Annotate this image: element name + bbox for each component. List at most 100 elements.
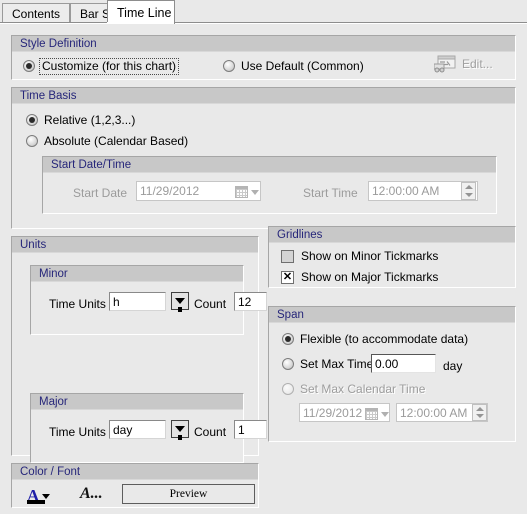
span-calendar-time-spinner[interactable] — [472, 404, 487, 421]
group-major-units: Major Time Units day Count 1 — [30, 393, 267, 463]
group-time-basis-body: Relative (1,2,3...) Absolute (Calendar B… — [12, 104, 515, 228]
span-calendar-time-value: 12:00:00 AM — [400, 406, 468, 420]
group-minor-body: Time Units h Count 12 — [31, 282, 267, 334]
spinner-up-icon — [464, 185, 473, 189]
group-color-font: Color / Font A A... Preview — [11, 463, 259, 508]
radio-dot-icon — [23, 60, 35, 72]
spinner-up-button[interactable] — [473, 405, 486, 413]
calendar-icon — [235, 186, 248, 198]
group-start-date-time-caption: Start Date/Time — [43, 157, 496, 173]
font-icon: A... — [80, 485, 103, 502]
edit-button-label: Edit... — [462, 57, 493, 71]
start-time-spinner[interactable] — [461, 182, 476, 200]
timeline-page: Style Definition Customize (for this cha… — [0, 23, 527, 514]
group-units-caption: Units — [12, 237, 258, 253]
dropdown-arrow-icon — [175, 298, 185, 312]
radio-relative[interactable]: Relative (1,2,3...) — [26, 112, 135, 128]
preview-button-label: Preview — [169, 488, 208, 500]
span-calendar-date-picker-button[interactable] — [365, 408, 389, 420]
radio-flexible-span[interactable]: Flexible (to accommodate data) — [282, 331, 468, 347]
group-style-definition: Style Definition Customize (for this cha… — [11, 35, 516, 80]
tab-active-connector — [107, 22, 170, 24]
tab-bar: Contents Bar Style Time Line — [0, 0, 527, 24]
major-time-units-dropdown-button[interactable] — [171, 420, 189, 440]
radio-dot-icon — [223, 60, 235, 72]
major-count-input[interactable]: 1 — [234, 420, 267, 439]
chart-truck-icon — [433, 55, 456, 73]
radio-set-max-time-label: Set Max Time — [300, 356, 374, 371]
group-span-body: Flexible (to accommodate data) Set Max T… — [269, 323, 515, 441]
font-button[interactable]: A... — [80, 486, 103, 502]
radio-flexible-label: Flexible (to accommodate data) — [300, 331, 469, 346]
text-color-button[interactable]: A — [27, 484, 59, 504]
radio-use-default-label: Use Default (Common) — [241, 58, 364, 73]
start-date-value: 11/29/2012 — [140, 184, 200, 198]
minor-count-value: 12 — [238, 295, 252, 309]
major-count-value: 1 — [238, 423, 245, 437]
group-minor-caption: Minor — [31, 266, 243, 282]
checkbox-minor-label: Show on Minor Tickmarks — [301, 248, 439, 263]
tab-time-line-label: Time Line — [117, 6, 172, 20]
tab-contents[interactable]: Contents — [2, 3, 70, 23]
major-count-label: Count — [194, 425, 227, 439]
chevron-down-icon — [381, 411, 389, 417]
spinner-down-button[interactable] — [462, 191, 475, 199]
spinner-up-icon — [475, 406, 484, 411]
start-date-picker-button[interactable] — [235, 186, 259, 198]
start-date-label: Start Date — [73, 186, 128, 200]
group-major-caption: Major — [31, 394, 243, 410]
dropdown-arrow-icon — [175, 426, 185, 440]
preview-button[interactable]: Preview — [122, 484, 255, 504]
timeline-settings-window: Contents Bar Style Time Line Style Defin… — [0, 0, 527, 514]
radio-dot-icon — [26, 135, 38, 147]
radio-use-default-common[interactable]: Use Default (Common) — [223, 58, 364, 74]
calendar-icon — [365, 408, 378, 420]
span-calendar-date-value: 11/29/2012 — [303, 406, 363, 420]
group-gridlines-caption: Gridlines — [269, 227, 515, 243]
radio-customize-label: Customize (for this chart) — [38, 57, 180, 75]
minor-count-input[interactable]: 12 — [234, 292, 267, 311]
group-time-basis-caption: Time Basis — [12, 88, 515, 104]
group-style-definition-body: Customize (for this chart) Use Default (… — [12, 52, 515, 79]
group-major-body: Time Units day Count 1 — [31, 410, 267, 462]
major-time-units-input[interactable]: day — [109, 420, 166, 439]
radio-set-max-calendar-time[interactable]: Set Max Calendar Time — [282, 381, 425, 397]
checkbox-box-icon — [281, 249, 294, 263]
group-style-definition-caption: Style Definition — [12, 36, 515, 52]
set-max-time-input[interactable]: 0.00 — [371, 354, 436, 373]
start-time-label: Start Time — [303, 186, 358, 200]
radio-set-max-calendar-label: Set Max Calendar Time — [300, 381, 426, 396]
spinner-up-button[interactable] — [462, 183, 475, 191]
group-span-caption: Span — [269, 307, 515, 323]
chevron-down-icon — [251, 189, 259, 195]
color-swatch-bar — [27, 500, 45, 504]
checkbox-show-minor-tickmarks[interactable]: Show on Minor Tickmarks — [281, 248, 438, 264]
group-start-date-time: Start Date/Time Start Date 11/29/2012 St… — [42, 156, 497, 214]
minor-time-units-value: h — [113, 295, 120, 309]
tab-contents-label: Contents — [12, 7, 61, 21]
set-max-time-value: 0.00 — [375, 357, 399, 371]
minor-count-label: Count — [194, 297, 227, 311]
radio-absolute-label: Absolute (Calendar Based) — [44, 133, 189, 148]
chevron-down-icon — [42, 494, 51, 499]
spinner-down-icon — [464, 193, 473, 197]
spinner-down-icon — [475, 414, 484, 419]
spinner-down-button[interactable] — [473, 413, 486, 421]
checkbox-show-major-tickmarks[interactable]: Show on Major Tickmarks — [281, 269, 438, 285]
tab-time-line[interactable]: Time Line — [107, 0, 175, 24]
radio-absolute-calendar[interactable]: Absolute (Calendar Based) — [26, 133, 188, 149]
start-time-value: 12:00:00 AM — [372, 184, 440, 198]
radio-set-max-time[interactable]: Set Max Time — [282, 356, 373, 372]
radio-customize-for-this-chart[interactable]: Customize (for this chart) — [23, 57, 180, 75]
group-start-date-time-body: Start Date 11/29/2012 Start Time 12:00:0… — [43, 173, 496, 213]
major-time-units-value: day — [113, 423, 133, 437]
minor-time-units-input[interactable]: h — [109, 292, 166, 311]
minor-time-units-dropdown-button[interactable] — [171, 292, 189, 312]
radio-dot-icon — [26, 114, 38, 126]
radio-relative-label: Relative (1,2,3...) — [44, 112, 136, 127]
group-time-basis: Time Basis Relative (1,2,3...) Absolute … — [11, 87, 516, 229]
edit-button[interactable]: Edit... — [433, 55, 493, 73]
group-units: Units Minor Time Units h Count 12 Major … — [11, 236, 267, 463]
radio-dot-icon — [282, 358, 294, 370]
group-gridlines: Gridlines Show on Minor Tickmarks Show o… — [268, 226, 516, 288]
